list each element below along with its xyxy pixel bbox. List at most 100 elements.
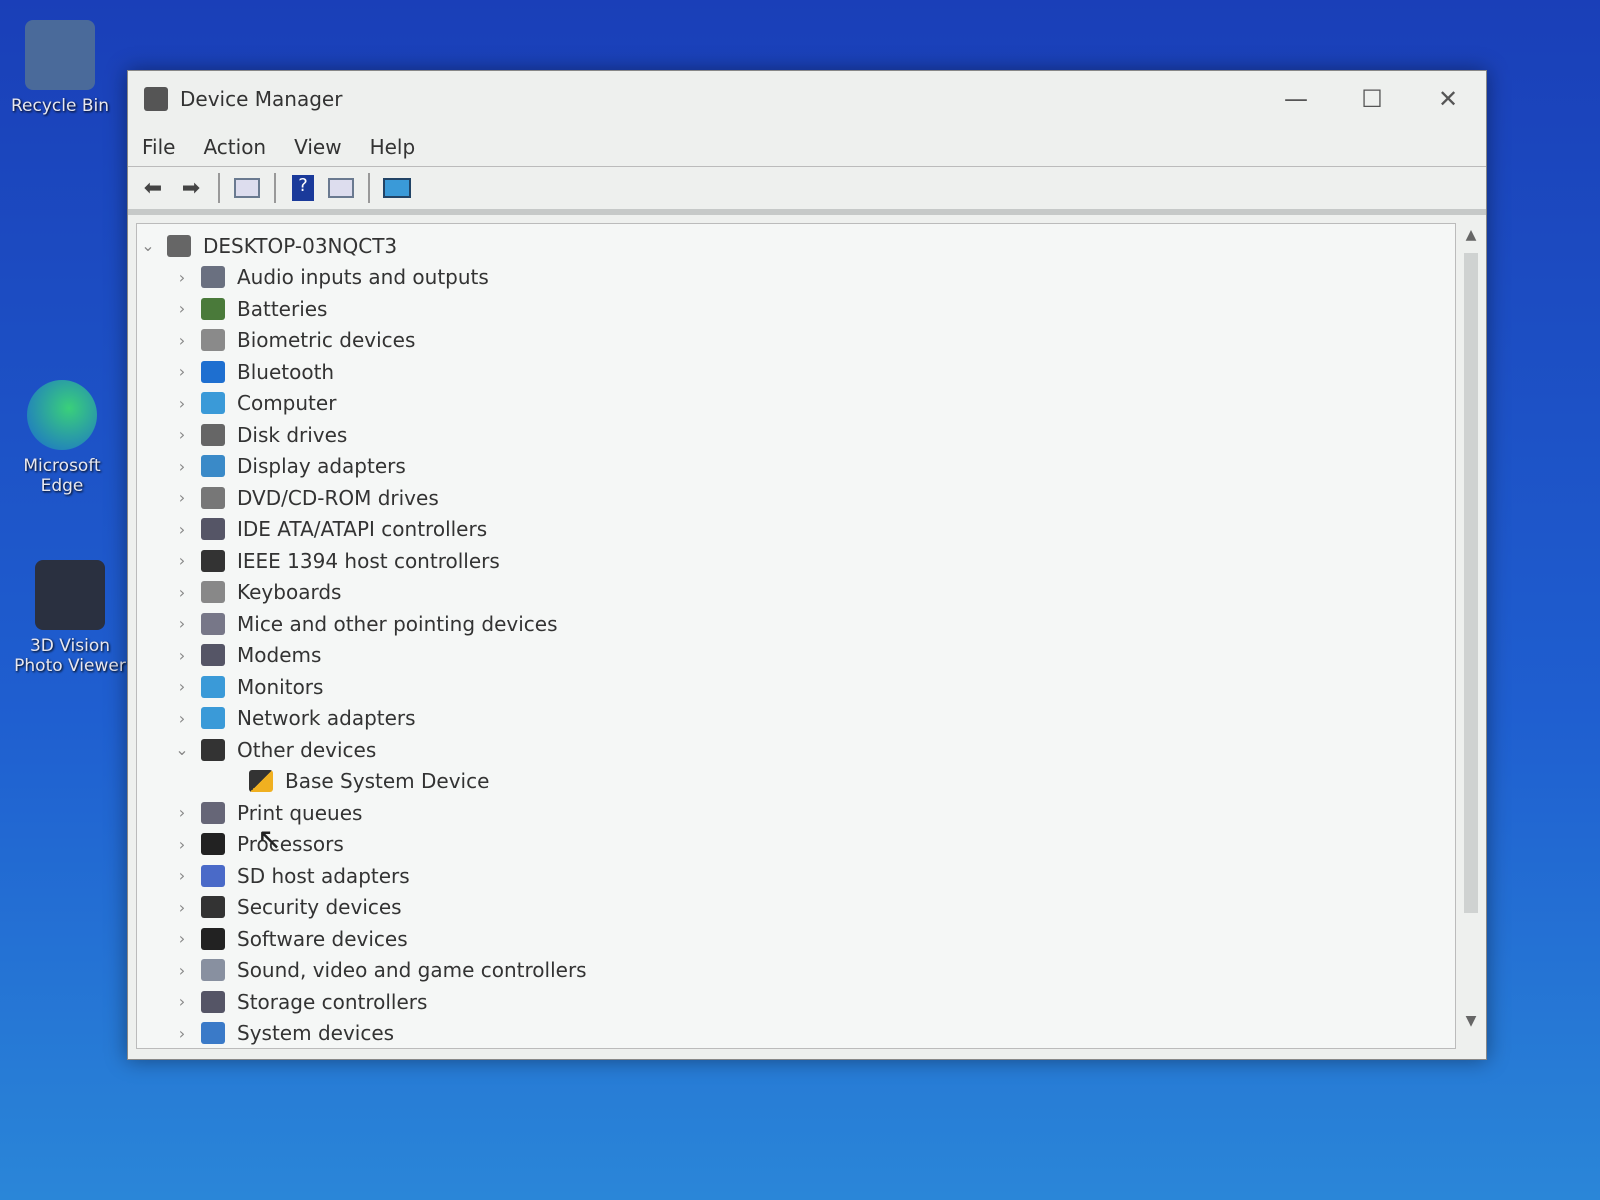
desktop-icon-3d-vision[interactable]: 3D Vision Photo Viewer: [10, 560, 130, 676]
tree-category[interactable]: › Biometric devices: [137, 325, 1455, 357]
device-category-icon: [201, 329, 225, 352]
chevron-right-icon[interactable]: ›: [171, 614, 193, 633]
menu-action[interactable]: Action: [203, 135, 266, 159]
toolbar-separator: [274, 173, 276, 203]
chevron-right-icon[interactable]: ›: [171, 929, 193, 948]
tree-category[interactable]: › Computer: [137, 388, 1455, 420]
tree-category[interactable]: › System devices: [137, 1018, 1455, 1049]
tree-category[interactable]: › Mice and other pointing devices: [137, 608, 1455, 640]
tree-category[interactable]: ⌄ Other devices: [137, 734, 1455, 766]
chevron-right-icon[interactable]: ›: [171, 646, 193, 665]
device-category-icon: [201, 360, 225, 383]
menu-view[interactable]: View: [294, 135, 341, 159]
tree-category-label: System devices: [237, 1021, 395, 1046]
scroll-up-icon[interactable]: ▲: [1460, 227, 1482, 243]
tree-category[interactable]: › Security devices: [137, 892, 1455, 924]
tree-category[interactable]: › Processors: [137, 829, 1455, 861]
desktop-icon-recycle-bin[interactable]: Recycle Bin: [0, 20, 120, 116]
maximize-button[interactable]: ☐: [1334, 85, 1410, 113]
device-category-icon: [201, 833, 225, 856]
menu-help[interactable]: Help: [370, 135, 416, 159]
menu-file[interactable]: File: [142, 135, 175, 159]
chevron-right-icon[interactable]: ›: [171, 425, 193, 444]
properties-icon[interactable]: [326, 174, 356, 202]
chevron-right-icon[interactable]: ›: [171, 331, 193, 350]
chevron-right-icon[interactable]: ›: [171, 520, 193, 539]
toolbar-separator: [368, 173, 370, 203]
tree-category[interactable]: › SD host adapters: [137, 860, 1455, 892]
device-manager-window: Device Manager — ☐ ✕ File Action View He…: [127, 70, 1487, 1060]
help-icon[interactable]: ?: [288, 174, 318, 202]
chevron-right-icon[interactable]: ›: [171, 709, 193, 728]
computer-icon: [167, 234, 191, 257]
tree-category[interactable]: › Modems: [137, 640, 1455, 672]
tree-root[interactable]: ⌄ DESKTOP-03NQCT3: [137, 230, 1455, 262]
tree-category-label: Batteries: [237, 296, 328, 321]
vertical-scrollbar[interactable]: ▲ ▼: [1460, 223, 1482, 1049]
tree-category-label: Computer: [237, 391, 337, 416]
tree-category[interactable]: › Software devices: [137, 923, 1455, 955]
tree-category[interactable]: › Audio inputs and outputs: [137, 262, 1455, 294]
scroll-down-icon[interactable]: ▼: [1460, 1013, 1482, 1029]
tree-category[interactable]: › DVD/CD-ROM drives: [137, 482, 1455, 514]
chevron-right-icon[interactable]: ›: [171, 583, 193, 602]
tree-category[interactable]: › Monitors: [137, 671, 1455, 703]
chevron-right-icon[interactable]: ›: [171, 803, 193, 822]
forward-icon[interactable]: ➡: [176, 174, 206, 202]
minimize-button[interactable]: —: [1258, 85, 1334, 113]
close-button[interactable]: ✕: [1410, 85, 1486, 113]
tree-category[interactable]: › Network adapters: [137, 703, 1455, 735]
chevron-down-icon[interactable]: ⌄: [171, 740, 193, 759]
tree-category-label: Modems: [237, 643, 322, 668]
chevron-right-icon[interactable]: ›: [171, 488, 193, 507]
chevron-right-icon[interactable]: ›: [171, 551, 193, 570]
tree-category[interactable]: › Sound, video and game controllers: [137, 955, 1455, 987]
tree-category[interactable]: › IDE ATA/ATAPI controllers: [137, 514, 1455, 546]
desktop-icon-label: Recycle Bin: [10, 96, 109, 116]
title-bar: Device Manager — ☐ ✕: [128, 71, 1486, 127]
scrollbar-thumb[interactable]: [1464, 253, 1478, 913]
show-hide-console-tree-icon[interactable]: [232, 174, 262, 202]
chevron-right-icon[interactable]: ›: [171, 992, 193, 1011]
chevron-right-icon[interactable]: ›: [171, 866, 193, 885]
chevron-right-icon[interactable]: ›: [171, 268, 193, 287]
chevron-right-icon[interactable]: ›: [171, 677, 193, 696]
scan-hardware-icon[interactable]: [382, 174, 412, 202]
back-icon[interactable]: ⬅: [138, 174, 168, 202]
tree-category-label: Disk drives: [237, 422, 348, 447]
chevron-right-icon[interactable]: ›: [171, 835, 193, 854]
chevron-right-icon[interactable]: ›: [171, 362, 193, 381]
tree-category[interactable]: › Storage controllers: [137, 986, 1455, 1018]
device-category-icon: [201, 927, 225, 950]
chevron-right-icon[interactable]: ›: [171, 457, 193, 476]
desktop-icon-edge[interactable]: Microsoft Edge: [2, 380, 122, 496]
edge-icon: [27, 380, 97, 450]
desktop-icon-label: 3D Vision Photo Viewer: [14, 636, 126, 676]
chevron-down-icon[interactable]: ⌄: [137, 236, 159, 255]
tree-category[interactable]: › Batteries: [137, 293, 1455, 325]
device-category-icon: [201, 297, 225, 320]
tree-category[interactable]: › Keyboards: [137, 577, 1455, 609]
chevron-right-icon[interactable]: ›: [171, 1024, 193, 1043]
tree-category-label: Processors: [237, 832, 344, 857]
tree-category[interactable]: › Print queues: [137, 797, 1455, 829]
chevron-right-icon[interactable]: ›: [171, 898, 193, 917]
chevron-right-icon[interactable]: ›: [171, 394, 193, 413]
tree-category[interactable]: › Bluetooth: [137, 356, 1455, 388]
tree-category[interactable]: › Disk drives: [137, 419, 1455, 451]
tree-device-label: Base System Device: [285, 769, 490, 794]
device-category-icon: [201, 801, 225, 824]
tree-category-label: DVD/CD-ROM drives: [237, 485, 439, 510]
toolbar: ⬅ ➡ ?: [128, 167, 1486, 215]
warning-device-icon: [249, 770, 273, 793]
tree-category-label: Display adapters: [237, 454, 406, 479]
chevron-right-icon[interactable]: ›: [171, 961, 193, 980]
tree-category[interactable]: › IEEE 1394 host controllers: [137, 545, 1455, 577]
tree-category-label: Software devices: [237, 926, 408, 951]
tree-category[interactable]: › Display adapters: [137, 451, 1455, 483]
tree-category-label: Audio inputs and outputs: [237, 265, 489, 290]
chevron-right-icon[interactable]: ›: [171, 299, 193, 318]
device-category-icon: [201, 990, 225, 1013]
tree-category-label: IDE ATA/ATAPI controllers: [237, 517, 488, 542]
tree-device[interactable]: Base System Device: [137, 766, 1455, 798]
